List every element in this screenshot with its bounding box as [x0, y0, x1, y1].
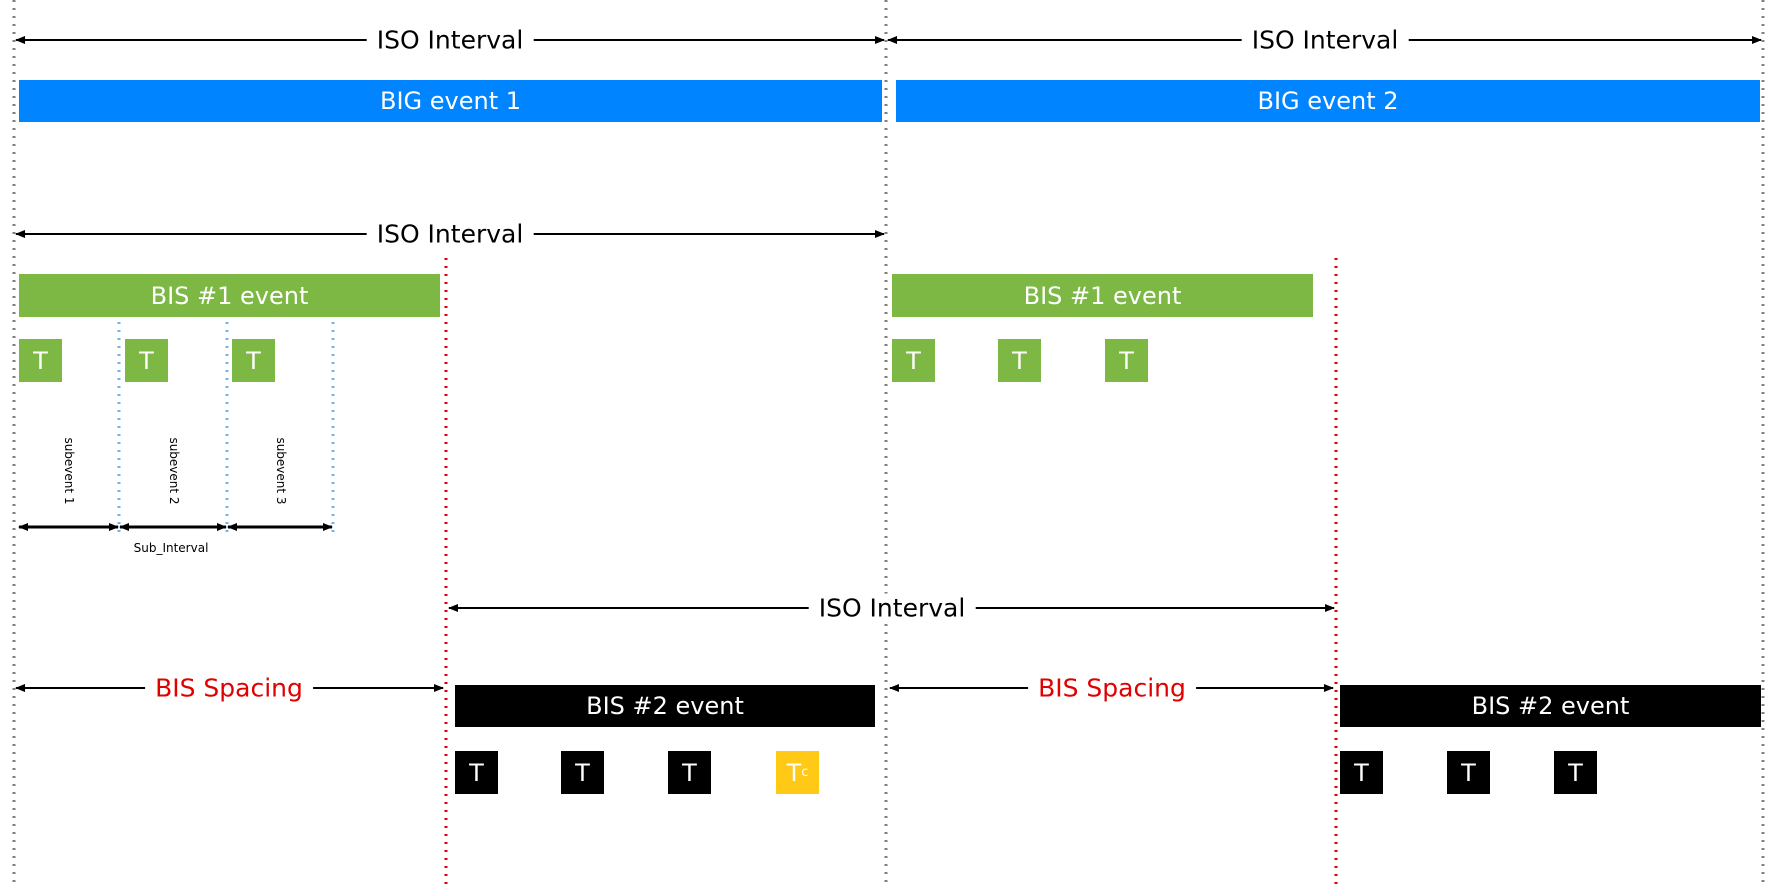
bis1-packet: T: [1105, 339, 1148, 382]
control-packet: Tc: [776, 751, 819, 794]
control-packet-sub: c: [801, 765, 809, 780]
bis1-packet: T: [998, 339, 1041, 382]
big-event-1: BIG event 1: [19, 80, 882, 122]
subevent-label: subevent 2: [167, 437, 181, 505]
diagram-lines: [12, 0, 1765, 886]
iso-interval-label: ISO Interval: [1241, 25, 1409, 55]
bis1-packet: T: [125, 339, 168, 382]
iso-interval-label: ISO Interval: [366, 25, 534, 55]
bis-spacing-label: BIS Spacing: [1028, 673, 1196, 703]
bis-spacing-label: BIS Spacing: [145, 673, 313, 703]
bis2-packet: T: [1340, 751, 1383, 794]
bis2-packet: T: [668, 751, 711, 794]
bis1-packet: T: [19, 339, 62, 382]
iso-interval-label: ISO Interval: [366, 219, 534, 249]
bis1-event: BIS #1 event: [892, 274, 1313, 317]
subevent-label: subevent 1: [62, 437, 76, 505]
big-event-2: BIG event 2: [896, 80, 1760, 122]
iso-interval-label: ISO Interval: [808, 593, 976, 623]
control-packet-main: T: [786, 758, 802, 787]
sub-interval-label: Sub_Interval: [133, 541, 209, 555]
bis2-event: BIS #2 event: [1340, 685, 1761, 727]
bis2-packet: T: [561, 751, 604, 794]
bis1-event: BIS #1 event: [19, 274, 440, 317]
bis1-packet: T: [892, 339, 935, 382]
bis2-event: BIS #2 event: [455, 685, 875, 727]
subevent-label: subevent 3: [274, 437, 288, 505]
bis2-packet: T: [1447, 751, 1490, 794]
bis2-packet: T: [455, 751, 498, 794]
bis2-packet: T: [1554, 751, 1597, 794]
bis1-packet: T: [232, 339, 275, 382]
